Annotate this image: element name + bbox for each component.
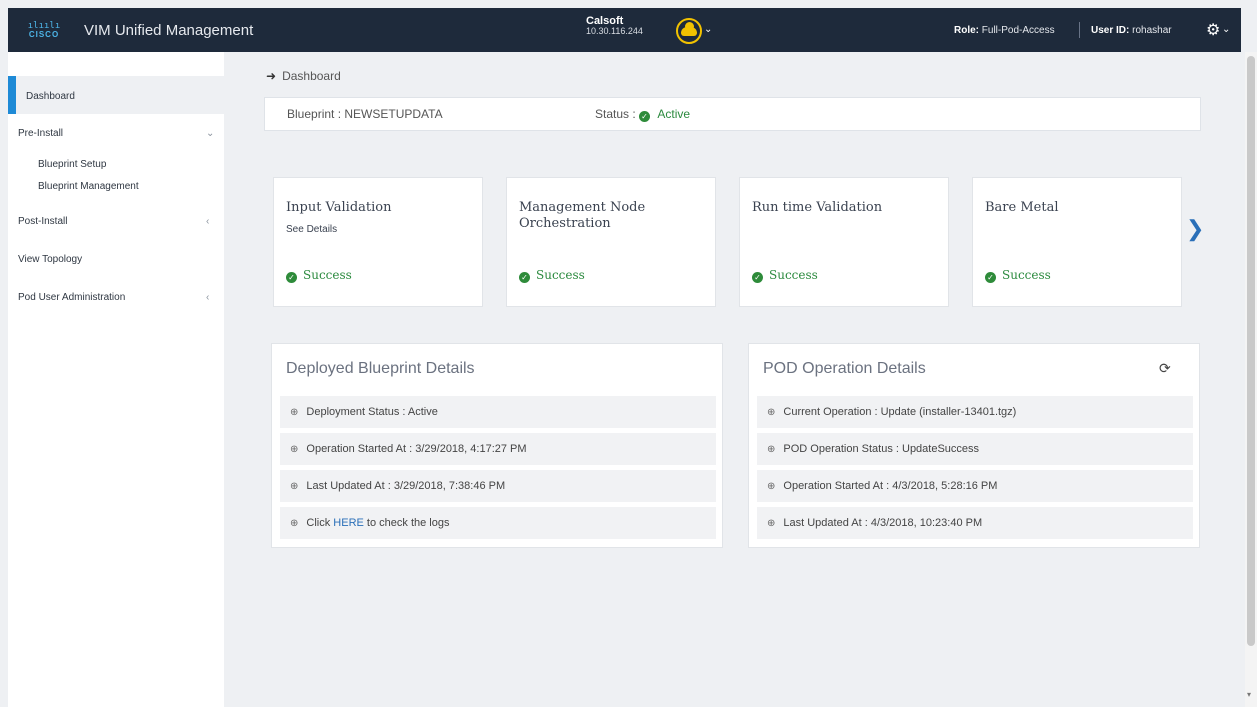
info-bullet-icon: ⊕: [767, 406, 776, 418]
sidebar-item-dashboard[interactable]: Dashboard: [26, 91, 75, 102]
pod-operation-panel: POD Operation Details ⟳ ⊕ Current Operati…: [748, 343, 1200, 548]
info-bullet-icon: ⊕: [290, 480, 299, 492]
check-circle-icon: ✓: [752, 272, 763, 283]
detail-text: Last Updated At : 4/3/2018, 10:23:40 PM: [783, 517, 983, 529]
chevron-down-icon[interactable]: ⌄: [206, 128, 214, 139]
user-id-value: rohashar: [1132, 25, 1172, 36]
sidebar-item-view-topology[interactable]: View Topology: [18, 254, 82, 265]
refresh-icon[interactable]: ⟳: [1159, 360, 1171, 377]
detail-row-logs: ⊕ Click HERE to check the logs: [280, 507, 716, 539]
info-bullet-icon: ⊕: [290, 406, 299, 418]
info-bullet-icon: ⊕: [767, 517, 776, 529]
pod-ip: 10.30.116.244: [586, 26, 643, 37]
stage-card-result-label: Success: [536, 268, 585, 282]
app-title: VIM Unified Management: [84, 21, 254, 39]
sidebar-item-pod-user-administration[interactable]: Pod User Administration: [18, 292, 125, 303]
stage-card-result-label: Success: [1002, 268, 1051, 282]
scrollbar-thumb[interactable]: [1247, 56, 1255, 646]
logs-here-link[interactable]: HERE: [333, 517, 364, 529]
stage-card-title: Bare Metal: [985, 200, 1059, 215]
stage-card-title: Management Node Orchestration: [519, 200, 646, 231]
stage-card-title: Run time Validation: [752, 200, 883, 215]
cisco-logo[interactable]: ılıılı CISCO: [24, 21, 64, 39]
sidebar-item-blueprint-management[interactable]: Blueprint Management: [38, 181, 139, 192]
user-id-indicator: User ID: rohashar: [1091, 25, 1172, 36]
chevron-left-icon[interactable]: ‹: [206, 216, 209, 227]
detail-text: Operation Started At : 3/29/2018, 4:17:2…: [306, 443, 527, 455]
detail-text: Operation Started At : 4/3/2018, 5:28:16…: [783, 480, 998, 492]
deployed-blueprint-panel: Deployed Blueprint Details ⊕ Deployment S…: [271, 343, 723, 548]
stage-card-bare-metal[interactable]: Bare Metal ✓ Success: [972, 177, 1182, 307]
stage-card-result: ✓ Success: [752, 268, 818, 283]
stage-card-management-node-orchestration[interactable]: Management Node Orchestration ✓ Success: [506, 177, 716, 307]
blueprint-status: Status : ✓ Active: [595, 107, 690, 122]
header-divider: [1079, 22, 1080, 38]
breadcrumb: ➜ Dashboard: [266, 69, 341, 83]
status-label: Status :: [595, 107, 636, 121]
detail-row: ⊕ Last Updated At : 4/3/2018, 10:23:40 PM: [757, 507, 1193, 539]
chevron-down-icon[interactable]: ⌄: [1222, 24, 1230, 35]
detail-text: Current Operation : Update (installer-13…: [783, 406, 1017, 418]
check-circle-icon: ✓: [519, 272, 530, 283]
sidebar-item-post-install[interactable]: Post-Install: [18, 216, 67, 227]
user-id-label: User ID:: [1091, 25, 1130, 36]
top-bar: ılıılı CISCO VIM Unified Management Cals…: [8, 8, 1241, 52]
role-value: Full-Pod-Access: [981, 25, 1055, 36]
detail-row: ⊕ Last Updated At : 3/29/2018, 7:38:46 PM: [280, 470, 716, 502]
stage-card-input-validation[interactable]: Input Validation See Details ✓ Success: [273, 177, 483, 307]
info-bullet-icon: ⊕: [767, 443, 776, 455]
check-circle-icon: ✓: [286, 272, 297, 283]
sidebar-active-indicator: [8, 76, 16, 114]
detail-text: Last Updated At : 3/29/2018, 7:38:46 PM: [306, 480, 506, 492]
check-circle-icon: ✓: [985, 272, 996, 283]
arrow-right-icon: ➜: [266, 69, 277, 83]
detail-row: ⊕ Deployment Status : Active: [280, 396, 716, 428]
detail-text: Deployment Status : Active: [306, 406, 438, 418]
stage-card-result-label: Success: [303, 268, 352, 282]
sidebar: Dashboard Pre-Install ⌄ Blueprint Setup …: [8, 52, 224, 707]
stage-card-run-time-validation[interactable]: Run time Validation ✓ Success: [739, 177, 949, 307]
status-value: Active: [657, 107, 691, 121]
detail-text: POD Operation Status : UpdateSuccess: [783, 443, 980, 455]
sidebar-item-pre-install[interactable]: Pre-Install: [18, 128, 63, 139]
info-bullet-icon: ⊕: [290, 443, 299, 455]
detail-row: ⊕ Current Operation : Update (installer-1…: [757, 396, 1193, 428]
info-bullet-icon: ⊕: [290, 517, 299, 529]
chevron-down-icon[interactable]: ⌄: [704, 24, 712, 35]
blueprint-info-bar: Blueprint : NEWSETUPDATA Status : ✓ Acti…: [264, 97, 1201, 131]
detail-row: ⊕ Operation Started At : 3/29/2018, 4:17:…: [280, 433, 716, 465]
stage-card-result: ✓ Success: [286, 268, 352, 283]
panel-title: Deployed Blueprint Details: [286, 360, 475, 377]
role-indicator: Role: Full-Pod-Access: [954, 25, 1055, 36]
role-label: Role:: [954, 25, 979, 36]
chevron-left-icon[interactable]: ‹: [206, 292, 209, 303]
blueprint-name: Blueprint : NEWSETUPDATA: [287, 107, 443, 121]
chevron-right-icon[interactable]: ❯: [1186, 216, 1204, 242]
stage-card-result-label: Success: [769, 268, 818, 282]
cisco-logo-text: CISCO: [28, 29, 60, 39]
cloud-pod-icon[interactable]: [676, 18, 702, 44]
panel-title: POD Operation Details: [763, 360, 926, 377]
detail-row: ⊕ POD Operation Status : UpdateSuccess: [757, 433, 1193, 465]
stage-card-title: Input Validation: [286, 200, 392, 215]
scroll-down-arrow-icon[interactable]: ▾: [1247, 690, 1251, 699]
stage-card-result: ✓ Success: [985, 268, 1051, 283]
logs-prefix: Click: [306, 517, 331, 529]
gear-icon[interactable]: ⚙: [1206, 20, 1220, 40]
breadcrumb-label: Dashboard: [282, 69, 341, 83]
stage-card-result: ✓ Success: [519, 268, 585, 283]
detail-row: ⊕ Operation Started At : 4/3/2018, 5:28:1…: [757, 470, 1193, 502]
pod-selector[interactable]: Calsoft 10.30.116.244: [586, 15, 643, 37]
info-bullet-icon: ⊕: [767, 480, 776, 492]
logs-suffix: to check the logs: [366, 517, 450, 529]
check-circle-icon: ✓: [639, 111, 651, 122]
sidebar-item-blueprint-setup[interactable]: Blueprint Setup: [38, 159, 106, 170]
see-details-link[interactable]: See Details: [286, 224, 337, 235]
